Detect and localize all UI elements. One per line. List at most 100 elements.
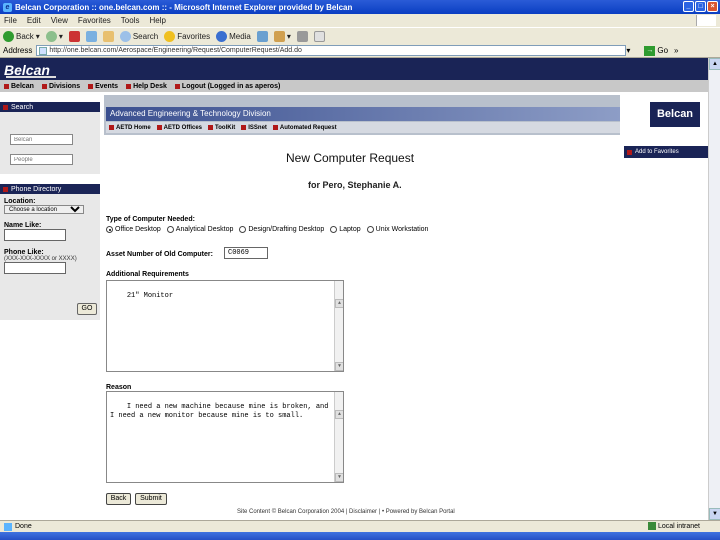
phone-directory-header: Phone Directory [0,184,100,194]
search-icon [119,30,131,42]
radio-office-desktop[interactable]: Office Desktop [106,226,161,233]
edit-button[interactable] [313,30,325,42]
site-header: Belcan [0,58,708,80]
subnav-bullet-icon [156,125,162,130]
radio-unselected-icon [330,226,338,233]
stop-button[interactable] [68,30,80,42]
phone-like-input[interactable] [4,262,66,274]
reason-textarea[interactable]: I need a new machine because mine is bro… [106,391,344,483]
back-form-button[interactable]: Back [106,493,131,505]
forward-arrow-icon [45,30,57,42]
submit-button[interactable]: Submit [135,493,167,505]
nav-divisions[interactable]: Divisions [41,83,80,90]
scroll-down-icon[interactable]: ▼ [335,362,343,371]
radio-analytical-desktop[interactable]: Analytical Desktop [166,226,233,233]
logo-underline [6,76,56,78]
page-scrollbar[interactable]: ▲ ▼ [708,58,720,520]
phone-like-label: Phone Like: [4,249,44,256]
scroll-down-arrow-icon[interactable]: ▼ [709,508,720,520]
scroll-down-icon[interactable]: ▼ [335,473,343,482]
subnav-automated-request[interactable]: Automated Request [272,125,337,131]
scroll-up-icon[interactable]: ▲ [335,410,343,419]
web-page: Belcan Belcan Divisions Events Help Desk… [0,58,708,520]
name-like-input[interactable] [4,229,66,241]
name-like-label: Name Like: [4,222,42,229]
scroll-up-arrow-icon[interactable]: ▲ [709,58,720,70]
phone-directory-panel: Location: Choose a location Name Like: P… [0,194,100,320]
menu-bar: File Edit View Favorites Tools Help [0,14,720,27]
address-dropdown-icon[interactable]: ▾ [626,46,630,55]
scroll-up-icon[interactable]: ▲ [335,299,343,308]
subnav-issnet[interactable]: ISSnet [241,125,267,131]
radio-selected-icon [106,226,113,233]
star-icon [164,30,176,42]
mail-button[interactable]: ▾ [273,30,291,42]
section-bullet-icon [3,104,8,110]
asset-number-input[interactable]: C0069 [224,247,268,259]
menu-file[interactable]: File [4,16,17,25]
maximize-button[interactable]: □ [695,1,706,12]
textarea-scrollbar[interactable]: ▲ ▼ [334,392,343,482]
nav-bullet-icon [41,83,47,89]
nav-logout[interactable]: Logout (Logged in as aperos) [174,83,280,90]
window-title: Belcan Corporation :: one.belcan.com :: … [15,2,353,12]
favorites-button[interactable]: Favorites [164,30,210,42]
menu-view[interactable]: View [51,16,68,25]
page-title: New Computer Request [286,151,415,165]
computer-type-label: Type of Computer Needed: [106,216,195,223]
back-button[interactable]: Back ▾ [3,30,40,42]
go-button[interactable]: → Go [644,45,668,56]
history-button[interactable] [256,30,268,42]
status-bar: Done Local intranet [0,520,720,532]
nav-belcan[interactable]: Belcan [4,83,34,90]
refresh-icon [85,30,97,42]
subnav-aetd-home[interactable]: AETD Home [109,125,151,131]
subnav-bullet-icon [208,125,214,130]
forward-button[interactable]: ▾ [45,30,63,42]
belcan-search-input[interactable] [10,134,73,145]
menu-tools[interactable]: Tools [121,16,140,25]
print-button[interactable] [296,30,308,42]
phone-format-hint: (XXX-XXX-XXXX or XXXX) [4,256,77,262]
nav-bullet-icon [126,83,132,89]
site-nav: Belcan Divisions Events Help Desk Logout… [0,80,708,92]
additional-requirements-label: Additional Requirements [106,271,189,278]
address-bar: Address http://one.belcan.com/Aerospace/… [0,44,720,58]
address-input[interactable]: http://one.belcan.com/Aerospace/Engineer… [36,45,627,56]
radio-design-drafting-desktop[interactable]: Design/Drafting Desktop [239,226,324,233]
add-to-favorites-link[interactable]: Add to Favorites [624,146,708,158]
subnav-aetd-offices[interactable]: AETD Offices [156,125,202,131]
location-select[interactable]: Choose a location [4,205,84,214]
status-text: Done [15,523,32,530]
radio-unix-workstation[interactable]: Unix Workstation [366,226,428,233]
home-button[interactable] [102,30,114,42]
menu-help[interactable]: Help [149,16,165,25]
nav-help-desk[interactable]: Help Desk [126,83,167,90]
browser-toolbar: Back ▾ ▾ Search Favorites Media ▾ [0,27,720,44]
security-zone: Local intranet [647,522,700,530]
media-button[interactable]: Media [216,30,251,42]
nav-events[interactable]: Events [88,83,118,90]
textarea-scrollbar[interactable]: ▲ ▼ [334,281,343,371]
location-label: Location: [4,198,36,205]
radio-laptop[interactable]: Laptop [330,226,361,233]
additional-requirements-textarea[interactable]: 21" Monitor ▲ ▼ [106,280,344,372]
minimize-button[interactable]: _ [683,1,694,12]
radio-unselected-icon [239,226,247,233]
refresh-button[interactable] [85,30,97,42]
subnav-bullet-icon [241,125,247,130]
asset-number-label: Asset Number of Old Computer: [106,251,213,258]
phone-go-button[interactable]: GO [77,303,97,315]
subnav-toolkit[interactable]: ToolKit [208,125,235,131]
people-search-input[interactable] [10,154,73,165]
subnav-bullet-icon [272,125,278,130]
window-controls: _ □ × [683,1,718,12]
favorites-bullet-icon [627,149,632,155]
menu-edit[interactable]: Edit [27,16,41,25]
page-footer: Site Content © Belcan Corporation 2004 |… [237,509,455,515]
menu-favorites[interactable]: Favorites [78,16,111,25]
close-button[interactable]: × [707,1,718,12]
windows-taskbar [0,532,720,540]
search-button[interactable]: Search [119,30,158,42]
links-chevron[interactable]: » [674,46,678,55]
